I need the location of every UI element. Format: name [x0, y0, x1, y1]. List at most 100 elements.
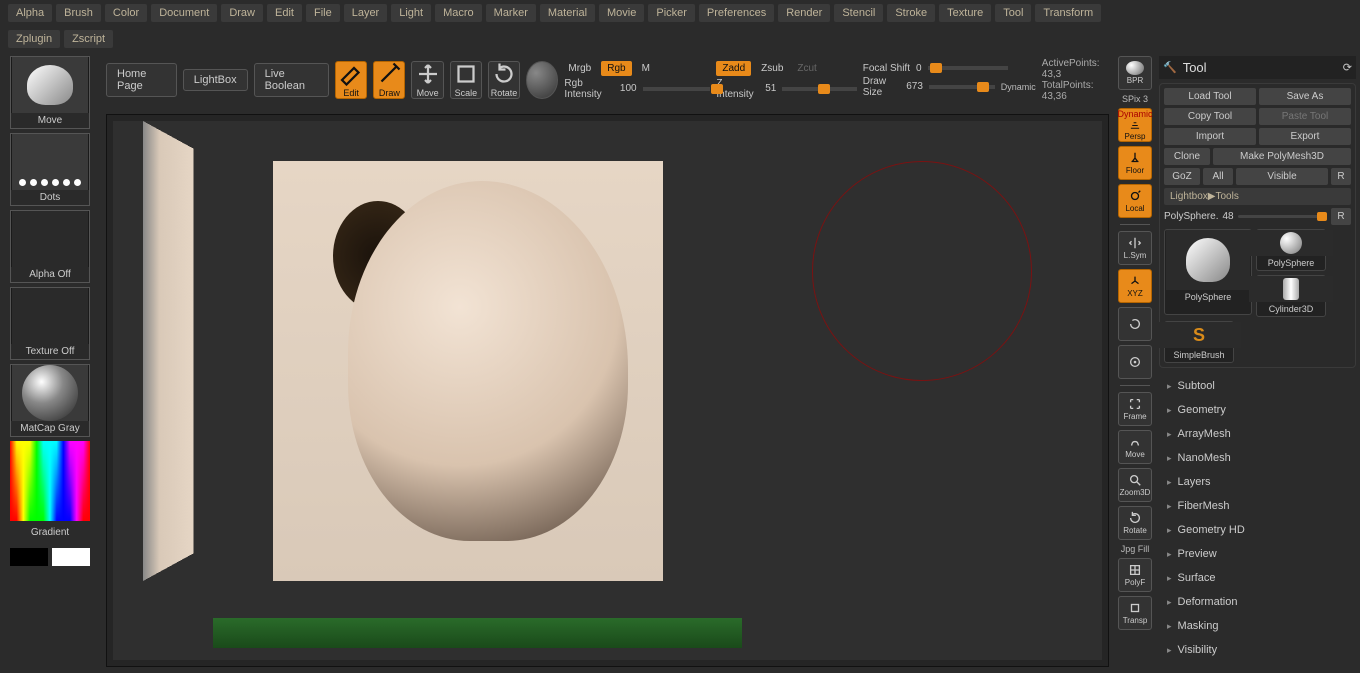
section-nanomesh[interactable]: ▸NanoMesh [1159, 446, 1356, 470]
move-view-button[interactable]: Move [1118, 430, 1152, 464]
xyz-button[interactable]: XYZ [1118, 269, 1152, 303]
swatch-white[interactable] [52, 548, 90, 566]
import-button[interactable]: Import [1164, 128, 1256, 145]
section-preview[interactable]: ▸Preview [1159, 542, 1356, 566]
section-geometryhd[interactable]: ▸Geometry HD [1159, 518, 1356, 542]
menu-file[interactable]: File [306, 4, 340, 22]
rotate-axis-button[interactable] [1118, 307, 1152, 341]
transp-button[interactable]: Transp [1118, 596, 1152, 630]
paste-tool-button[interactable]: Paste Tool [1259, 108, 1351, 125]
menu-stencil[interactable]: Stencil [834, 4, 883, 22]
menu-material[interactable]: Material [540, 4, 595, 22]
refresh-icon[interactable]: ⟳ [1343, 61, 1352, 74]
goz-r-button[interactable]: R [1331, 168, 1351, 185]
menu-transform[interactable]: Transform [1035, 4, 1101, 22]
home-page-button[interactable]: Home Page [106, 63, 177, 97]
menu-movie[interactable]: Movie [599, 4, 644, 22]
section-arraymesh[interactable]: ▸ArrayMesh [1159, 422, 1356, 446]
rotate-mode-button[interactable]: Rotate [488, 61, 520, 99]
rgb-toggle[interactable]: Rgb [601, 61, 631, 76]
section-geometry[interactable]: ▸Geometry [1159, 398, 1356, 422]
spix-label[interactable]: SPix 3 [1122, 94, 1148, 104]
scale-mode-button[interactable]: Scale [450, 61, 482, 99]
lightbox-button[interactable]: LightBox [183, 69, 248, 91]
menu-draw[interactable]: Draw [221, 4, 263, 22]
section-subtool[interactable]: ▸Subtool [1159, 374, 1356, 398]
menu-zscript[interactable]: Zscript [64, 30, 113, 48]
move-mode-button[interactable]: Move [411, 61, 443, 99]
rotate-view-button[interactable]: Rotate [1118, 506, 1152, 540]
polyf-button[interactable]: PolyF [1118, 558, 1152, 592]
gizmo-button[interactable] [526, 61, 558, 99]
swatch-black[interactable] [10, 548, 48, 566]
live-boolean-button[interactable]: Live Boolean [254, 63, 329, 97]
draw-size-slider[interactable] [929, 85, 995, 89]
goz-all-button[interactable]: All [1203, 168, 1233, 185]
goz-visible-button[interactable]: Visible [1236, 168, 1328, 185]
zsub-toggle[interactable]: Zsub [757, 61, 787, 76]
menu-zplugin[interactable]: Zplugin [8, 30, 60, 48]
menu-alpha[interactable]: Alpha [8, 4, 52, 22]
draw-mode-button[interactable]: Draw [373, 61, 405, 99]
tool-thumb-cylinder3d[interactable]: Cylinder3D [1256, 275, 1326, 317]
local-button[interactable]: Local [1118, 184, 1152, 218]
bpr-button[interactable]: BPR [1118, 56, 1152, 90]
menu-document[interactable]: Document [151, 4, 217, 22]
focal-shift-slider[interactable] [928, 66, 1008, 70]
draw-size-value[interactable]: 673 [906, 81, 923, 92]
frame-button[interactable]: Frame [1118, 392, 1152, 426]
section-layers[interactable]: ▸Layers [1159, 470, 1356, 494]
section-surface[interactable]: ▸Surface [1159, 566, 1356, 590]
material-slot[interactable]: MatCap Gray [10, 364, 90, 437]
mrgb-toggle[interactable]: Mrgb [564, 61, 595, 76]
snap-button[interactable] [1118, 345, 1152, 379]
dynamic-toggle[interactable]: Dynamic [1001, 82, 1036, 92]
color-picker[interactable] [10, 441, 90, 521]
floor-button[interactable]: Floor [1118, 146, 1152, 180]
rgb-intensity-value[interactable]: 100 [620, 83, 637, 94]
m-toggle[interactable]: M [638, 61, 654, 76]
tool-thumb-polysphere[interactable]: PolySphere [1256, 229, 1326, 271]
menu-color[interactable]: Color [105, 4, 147, 22]
export-button[interactable]: Export [1259, 128, 1351, 145]
zoom3d-button[interactable]: Zoom3D [1118, 468, 1152, 502]
menu-stroke[interactable]: Stroke [887, 4, 935, 22]
menu-tool[interactable]: Tool [995, 4, 1031, 22]
z-intensity-value[interactable]: 51 [765, 83, 776, 94]
lightbox-tools-button[interactable]: Lightbox▶Tools [1164, 188, 1351, 205]
load-tool-button[interactable]: Load Tool [1164, 88, 1256, 105]
section-masking[interactable]: ▸Masking [1159, 614, 1356, 638]
section-fibermesh[interactable]: ▸FiberMesh [1159, 494, 1356, 518]
edit-mode-button[interactable]: Edit [335, 61, 367, 99]
rgb-intensity-slider[interactable] [643, 87, 711, 91]
menu-marker[interactable]: Marker [486, 4, 536, 22]
focal-shift-value[interactable]: 0 [916, 63, 922, 74]
section-deformation[interactable]: ▸Deformation [1159, 590, 1356, 614]
make-polymesh3d-button[interactable]: Make PolyMesh3D [1213, 148, 1351, 165]
menu-preferences[interactable]: Preferences [699, 4, 774, 22]
stroke-slot[interactable]: Dots [10, 133, 90, 206]
menu-edit[interactable]: Edit [267, 4, 302, 22]
persp-button[interactable]: DynamicPersp [1118, 108, 1152, 142]
viewport[interactable] [106, 114, 1109, 667]
tool-thumb-simplebrush[interactable]: SSimpleBrush [1164, 321, 1234, 363]
lsym-button[interactable]: L.Sym [1118, 231, 1152, 265]
save-as-button[interactable]: Save As [1259, 88, 1351, 105]
menu-light[interactable]: Light [391, 4, 431, 22]
menu-texture[interactable]: Texture [939, 4, 991, 22]
texture-slot[interactable]: Texture Off [10, 287, 90, 360]
menu-layer[interactable]: Layer [344, 4, 388, 22]
section-visibility[interactable]: ▸Visibility [1159, 638, 1356, 662]
brush-slot[interactable]: Move [10, 56, 90, 129]
section-polygroups[interactable]: ▸Polygroups [1159, 662, 1356, 669]
zadd-toggle[interactable]: Zadd [716, 61, 751, 76]
menu-brush[interactable]: Brush [56, 4, 101, 22]
menu-macro[interactable]: Macro [435, 4, 482, 22]
clone-button[interactable]: Clone [1164, 148, 1210, 165]
zcut-toggle[interactable]: Zcut [793, 61, 820, 76]
tool-slider[interactable] [1238, 215, 1327, 218]
menu-picker[interactable]: Picker [648, 4, 695, 22]
menu-render[interactable]: Render [778, 4, 830, 22]
copy-tool-button[interactable]: Copy Tool [1164, 108, 1256, 125]
tool-thumb-current[interactable]: PolySphere [1164, 229, 1252, 315]
